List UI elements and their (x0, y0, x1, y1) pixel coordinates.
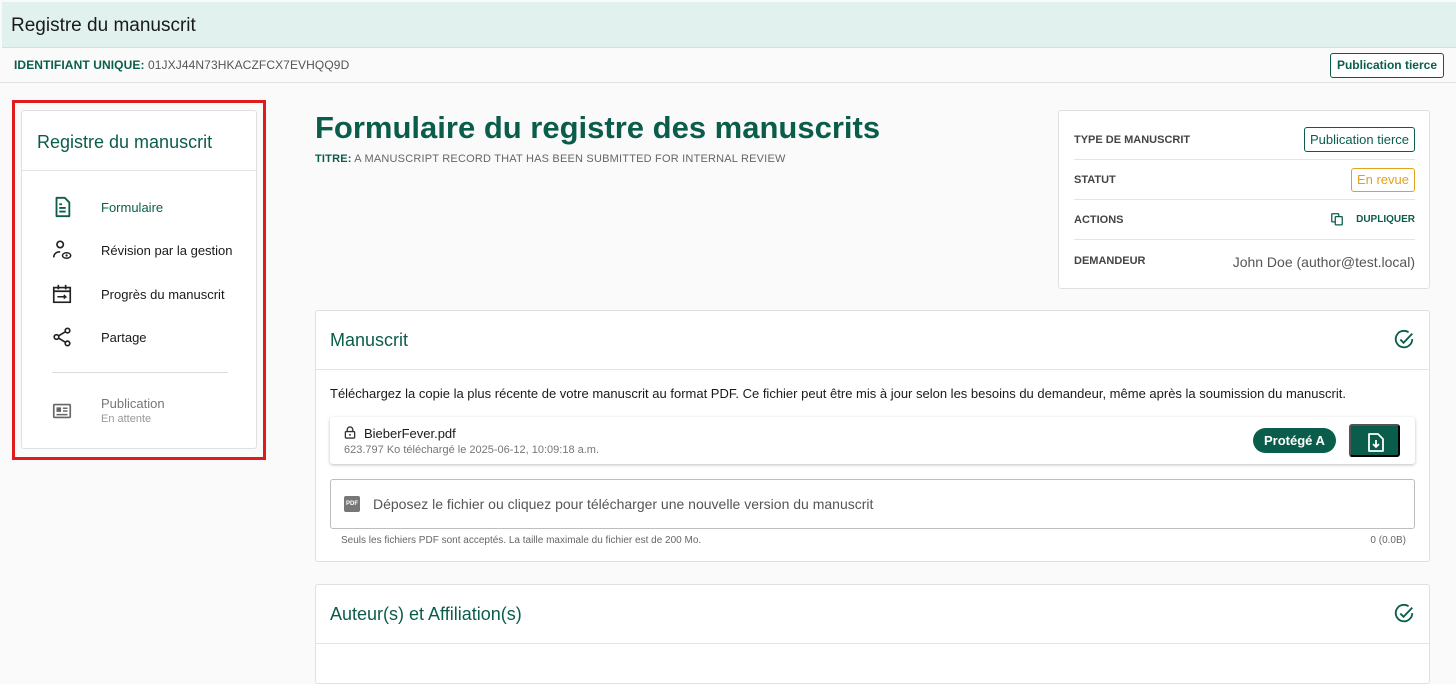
sidebar-item-label: Formulaire (101, 200, 164, 215)
uploaded-file: BieberFever.pdf 623.797 Ko téléchargé le… (330, 417, 1415, 464)
duplicate-label: DUPLIQUER (1356, 213, 1415, 225)
type-badge: Publication tierce (1304, 127, 1415, 152)
upload-size: 0 (0.0B) (1370, 535, 1406, 546)
sidebar-title: Registre du manuscrit (37, 132, 213, 152)
newspaper-icon (52, 403, 72, 419)
dropzone-text: Déposez le fichier ou cliquez pour téléc… (373, 496, 874, 512)
subtitle-value: A MANUSCRIPT RECORD THAT HAS BEEN SUBMIT… (354, 153, 786, 165)
check-circle-icon (1394, 603, 1414, 623)
sidebar-item-revision[interactable]: Révision par la gestion (22, 235, 256, 265)
info-label: TYPE DE MANUSCRIT (1074, 134, 1191, 146)
info-panel: TYPE DE MANUSCRIT Publication tierce STA… (1058, 110, 1430, 289)
manuscript-subtitle: TITRE: A MANUSCRIPT RECORD THAT HAS BEEN… (315, 153, 786, 165)
divider (316, 369, 1429, 370)
app-header: Registre du manuscrit (2, 2, 1456, 48)
unique-id-label: IDENTIFIANT UNIQUE: 01JXJ44N73HKACZFCX7E… (14, 58, 349, 72)
sidebar-item-label: Publication (101, 396, 165, 411)
info-row-requester: DEMANDEUR John Doe (author@test.local) (1074, 241, 1415, 281)
file-name: BieberFever.pdf (364, 426, 456, 441)
duplicate-button[interactable]: DUPLIQUER (1330, 212, 1415, 226)
authors-section: Auteur(s) et Affiliation(s) (315, 584, 1430, 684)
info-label: ACTIONS (1074, 214, 1124, 226)
manuscript-section: Manuscrit Téléchargez la copie la plus r… (315, 310, 1430, 562)
lock-icon (344, 426, 356, 439)
publication-status: En attente (101, 413, 152, 425)
info-row-status: STATUT En revue (1074, 160, 1415, 200)
unique-id-label-text: IDENTIFIANT UNIQUE: (14, 58, 145, 72)
user-review-icon (52, 240, 72, 259)
download-file-button[interactable] (1349, 424, 1400, 457)
section-title: Auteur(s) et Affiliation(s) (330, 604, 522, 624)
file-dropzone[interactable]: PDF Déposez le fichier ou cliquez pour t… (330, 479, 1415, 529)
app-title: Registre du manuscrit (11, 15, 196, 36)
info-label: STATUT (1074, 174, 1116, 186)
info-label: DEMANDEUR (1074, 255, 1146, 267)
page-title: Formulaire du registre des manuscrits (315, 110, 881, 145)
unique-id-value: 01JXJ44N73HKACZFCX7EVHQQ9D (148, 58, 350, 72)
protection-badge: Protégé A (1253, 428, 1336, 453)
sidebar-item-label: Révision par la gestion (101, 243, 233, 258)
calendar-progress-icon (52, 284, 72, 304)
id-bar: IDENTIFIANT UNIQUE: 01JXJ44N73HKACZFCX7E… (0, 48, 1456, 83)
sidebar-item-label: Progrès du manuscrit (101, 287, 225, 302)
share-icon (53, 327, 71, 347)
info-row-type: TYPE DE MANUSCRIT Publication tierce (1074, 120, 1415, 160)
subtitle-label: TITRE: (315, 153, 352, 165)
section-title: Manuscrit (330, 330, 409, 350)
divider (52, 372, 228, 373)
sidebar-item-label: Partage (101, 330, 147, 345)
sidebar-item-progres[interactable]: Progrès du manuscrit (22, 279, 256, 309)
file-meta: 623.797 Ko téléchargé le 2025-06-12, 10:… (344, 444, 600, 456)
sidebar-nav: Registre du manuscrit Formulaire Révisio… (21, 110, 257, 449)
divider (22, 170, 256, 171)
requester-value: John Doe (author@test.local) (1232, 254, 1415, 270)
copy-icon (1331, 213, 1343, 226)
sidebar-item-partage[interactable]: Partage (22, 322, 256, 352)
status-badge: En revue (1350, 168, 1415, 192)
file-download-icon (1368, 433, 1384, 452)
document-icon (55, 196, 71, 218)
sidebar-item-formulaire[interactable]: Formulaire (22, 192, 256, 222)
divider (316, 643, 1429, 644)
pdf-icon: PDF (344, 496, 360, 512)
manuscript-type-button[interactable]: Publication tierce (1329, 53, 1444, 78)
info-row-actions: ACTIONS DUPLIQUER (1074, 200, 1415, 240)
sidebar-item-publication[interactable]: Publication En attente (22, 395, 256, 429)
manuscript-description: Téléchargez la copie la plus récente de … (330, 386, 1346, 401)
upload-hint: Seuls les fichiers PDF sont acceptés. La… (341, 535, 702, 546)
check-circle-icon (1394, 329, 1414, 349)
